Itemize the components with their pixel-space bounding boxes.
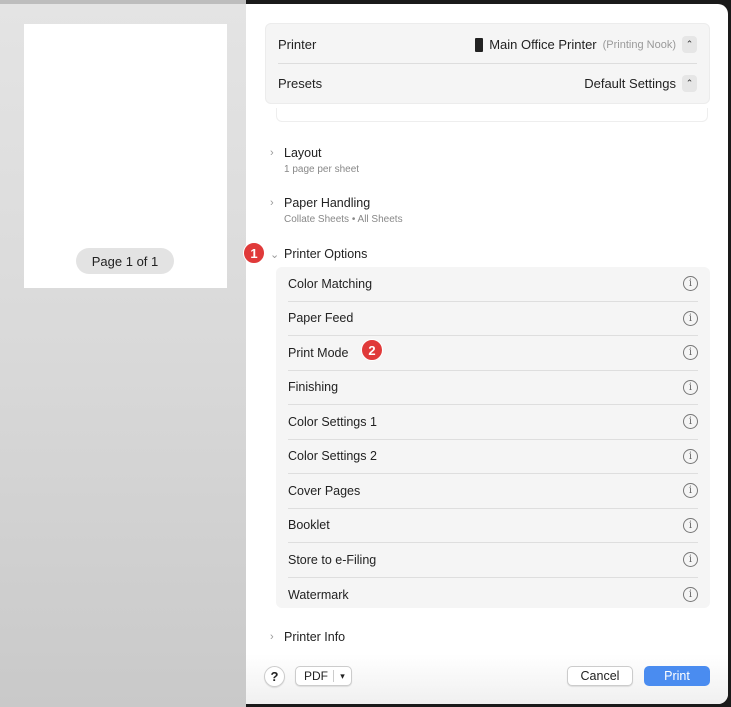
chevron-right-icon: › bbox=[270, 631, 274, 643]
printer-row[interactable]: Printer Main Office Printer (Printing No… bbox=[278, 26, 697, 64]
printer-option-item[interactable]: Color Settings 1 i bbox=[288, 405, 698, 440]
printer-card: Printer Main Office Printer (Printing No… bbox=[265, 23, 710, 104]
presets-row[interactable]: Presets Default Settings ⌃ bbox=[278, 64, 697, 102]
printer-option-item[interactable]: Color Settings 2 i bbox=[288, 440, 698, 474]
section-printer-options[interactable]: ⌄ Printer Options bbox=[270, 247, 367, 261]
annotation-badge-1: 1 bbox=[243, 242, 265, 264]
presets-value: Default Settings bbox=[584, 75, 676, 91]
printer-option-label: Paper Feed bbox=[288, 311, 354, 326]
section-layout[interactable]: › Layout 1 page per sheet bbox=[270, 146, 359, 175]
scrolled-card-edge bbox=[276, 108, 708, 122]
printer-option-item[interactable]: Finishing i bbox=[288, 371, 698, 405]
info-icon[interactable]: i bbox=[683, 552, 698, 568]
section-paper-handling[interactable]: › Paper Handling Collate Sheets • All Sh… bbox=[270, 196, 403, 225]
chevron-right-icon: › bbox=[270, 197, 274, 209]
printer-option-item[interactable]: Booklet i bbox=[288, 509, 698, 543]
paper-subtitle: Collate Sheets • All Sheets bbox=[284, 214, 403, 225]
printer-value: Main Office Printer bbox=[489, 37, 597, 52]
info-icon[interactable]: i bbox=[683, 587, 698, 603]
chevron-down-icon[interactable]: ▾ bbox=[333, 670, 351, 682]
info-icon[interactable]: i bbox=[683, 345, 698, 361]
paper-title: Paper Handling bbox=[284, 196, 371, 210]
chevron-down-icon: ⌄ bbox=[270, 249, 280, 261]
printer-option-item[interactable]: Color Matching i bbox=[288, 267, 698, 302]
printer-option-label: Cover Pages bbox=[288, 483, 361, 498]
chevron-right-icon: › bbox=[270, 147, 274, 159]
layout-title: Layout bbox=[284, 146, 322, 160]
info-icon[interactable]: i bbox=[683, 379, 698, 395]
printer-label: Printer bbox=[278, 37, 317, 52]
printer-option-item[interactable]: Print Mode i bbox=[288, 336, 698, 371]
page-indicator: Page 1 of 1 bbox=[76, 248, 174, 274]
printer-options-list: Color Matching i Paper Feed i Print Mode i Fin… bbox=[276, 267, 710, 608]
printer-option-label: Color Settings 2 bbox=[288, 449, 377, 464]
printer-option-label: Finishing bbox=[288, 380, 339, 395]
printer-option-label: Watermark bbox=[288, 587, 349, 602]
printer-option-label: Color Matching bbox=[288, 276, 373, 291]
printer-stepper-icon[interactable]: ⌃ bbox=[682, 36, 697, 53]
pdf-menu-button[interactable]: PDF ▾ bbox=[295, 666, 352, 686]
info-icon[interactable]: i bbox=[683, 310, 698, 326]
preview-pane: Page 1 of 1 bbox=[0, 0, 246, 707]
info-icon[interactable]: i bbox=[683, 448, 698, 464]
layout-subtitle: 1 page per sheet bbox=[284, 164, 360, 175]
info-icon[interactable]: i bbox=[683, 276, 698, 292]
dialog-footer: ? PDF ▾ Cancel Print bbox=[246, 654, 728, 704]
printer-option-item[interactable]: Cover Pages i bbox=[288, 474, 698, 509]
printer-option-item[interactable]: Store to e-Filing i bbox=[288, 543, 698, 578]
printer-option-label: Print Mode bbox=[288, 345, 349, 360]
print-button[interactable]: Print bbox=[644, 666, 710, 686]
window-edge bbox=[0, 0, 246, 4]
printer-option-label: Store to e-Filing bbox=[288, 552, 377, 567]
printer-option-label: Booklet bbox=[288, 518, 330, 533]
printer-options-title: Printer Options bbox=[284, 247, 368, 261]
info-icon[interactable]: i bbox=[683, 517, 698, 533]
info-icon[interactable]: i bbox=[683, 483, 698, 499]
printer-option-label: Color Settings 1 bbox=[288, 414, 377, 429]
print-settings-panel: Printer Main Office Printer (Printing No… bbox=[243, 4, 728, 704]
printer-icon bbox=[475, 37, 484, 52]
section-printer-info[interactable]: › Printer Info bbox=[270, 630, 345, 644]
presets-stepper-icon[interactable]: ⌃ bbox=[682, 74, 697, 92]
help-button[interactable]: ? bbox=[264, 666, 285, 687]
printer-option-item[interactable]: Watermark i bbox=[288, 578, 698, 613]
presets-label: Presets bbox=[278, 75, 323, 91]
annotation-badge-2: 2 bbox=[361, 339, 383, 361]
info-icon[interactable]: i bbox=[683, 414, 698, 430]
pdf-label: PDF bbox=[304, 669, 328, 683]
printer-option-item[interactable]: Paper Feed i bbox=[288, 302, 698, 336]
printer-info-title: Printer Info bbox=[284, 630, 346, 644]
printer-location: (Printing Nook) bbox=[602, 38, 676, 51]
cancel-button[interactable]: Cancel bbox=[567, 666, 633, 686]
